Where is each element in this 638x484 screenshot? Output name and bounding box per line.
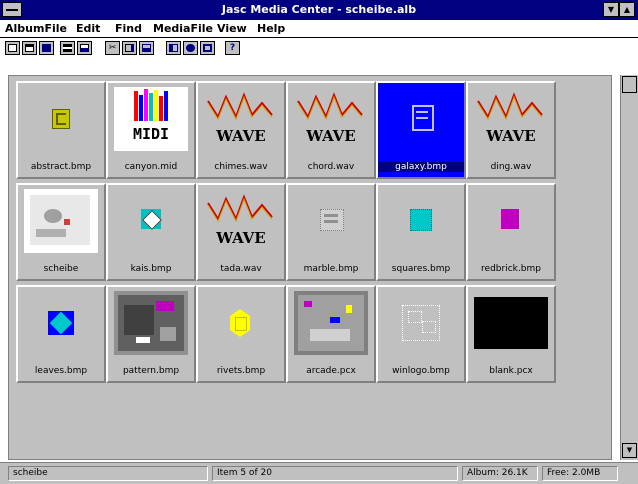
thumbnail: [24, 189, 98, 253]
album-item-arcade[interactable]: arcade.pcx: [286, 285, 376, 383]
album-item-pattern[interactable]: pattern.bmp: [106, 285, 196, 383]
item-caption: galaxy.bmp: [378, 162, 464, 172]
album-item-galaxy-selected[interactable]: galaxy.bmp: [376, 81, 466, 179]
menu-edit[interactable]: Edit: [76, 22, 100, 35]
album-item-ding[interactable]: WAVE ding.wav: [466, 81, 556, 179]
status-album-name: scheibe: [8, 466, 208, 481]
item-caption: leaves.bmp: [34, 366, 88, 376]
toolbar: ✂ ?: [0, 38, 638, 74]
album-item-winlogo[interactable]: winlogo.bmp: [376, 285, 466, 383]
new-icon[interactable]: [5, 41, 20, 55]
item-caption: blank.pcx: [489, 366, 533, 376]
thumbnail: [294, 291, 368, 355]
item-caption: pattern.bmp: [122, 366, 180, 376]
item-caption: chimes.wav: [214, 162, 268, 172]
thumbnail: [114, 291, 188, 355]
minimize-button[interactable]: ▼: [603, 2, 619, 17]
waveform-icon: [297, 92, 363, 121]
wave-thumbnail: WAVE: [294, 87, 368, 151]
menu-bar: AlbumFile Edit Find MediaFile View Help: [0, 20, 638, 38]
thumbnail: [24, 291, 98, 355]
thumbnail: [474, 189, 548, 253]
midi-thumbnail: MIDI: [114, 87, 188, 151]
maximize-button[interactable]: ▲: [619, 2, 635, 17]
wave-label: WAVE: [306, 127, 356, 145]
album-item-tada[interactable]: WAVE tada.wav: [196, 183, 286, 281]
item-caption: abstract.bmp: [30, 162, 92, 172]
item-caption: arcade.pcx: [306, 366, 356, 376]
paste-icon[interactable]: [139, 41, 154, 55]
item-caption: marble.bmp: [303, 264, 359, 274]
status-free: Free: 2.0MB: [542, 466, 618, 481]
scroll-thumb[interactable]: [622, 76, 637, 93]
thumbnail: [294, 189, 368, 253]
close-icon[interactable]: [60, 41, 75, 55]
item-caption: tada.wav: [220, 264, 262, 274]
item-caption: winlogo.bmp: [392, 366, 450, 376]
album-item-scheibe[interactable]: scheibe: [16, 183, 106, 281]
item-caption: canyon.mid: [124, 162, 178, 172]
waveform-icon: [207, 194, 273, 223]
thumbnail: [384, 291, 458, 355]
wave-label: WAVE: [216, 229, 266, 247]
waveform-icon: [477, 92, 543, 121]
menu-view[interactable]: View: [217, 22, 247, 35]
scroll-down-button[interactable]: ▼: [622, 443, 637, 458]
menu-help[interactable]: Help: [257, 22, 285, 35]
vertical-scrollbar[interactable]: ▼: [620, 75, 638, 460]
wave-label: WAVE: [216, 127, 266, 145]
item-caption: ding.wav: [490, 162, 532, 172]
album-item-chimes[interactable]: WAVE chimes.wav: [196, 81, 286, 179]
wave-label: WAVE: [486, 127, 536, 145]
wave-thumbnail: WAVE: [204, 189, 278, 253]
item-caption: redbrick.bmp: [481, 264, 541, 274]
edit-icon[interactable]: [166, 41, 181, 55]
item-caption: rivets.bmp: [216, 366, 266, 376]
thumbnail: [204, 291, 278, 355]
open-icon[interactable]: [22, 41, 37, 55]
album-item-blank[interactable]: blank.pcx: [466, 285, 556, 383]
menu-find[interactable]: Find: [115, 22, 142, 35]
item-caption: squares.bmp: [391, 264, 451, 274]
waveform-icon: [207, 92, 273, 121]
item-caption: kais.bmp: [130, 264, 172, 274]
item-caption: scheibe: [43, 264, 79, 274]
info-icon[interactable]: [183, 41, 198, 55]
item-caption: chord.wav: [307, 162, 355, 172]
album-item-marble[interactable]: marble.bmp: [286, 183, 376, 281]
help-icon[interactable]: ?: [225, 41, 240, 55]
print-icon[interactable]: [77, 41, 92, 55]
wave-thumbnail: WAVE: [474, 87, 548, 151]
save-icon[interactable]: [39, 41, 54, 55]
thumbnail: [114, 189, 188, 253]
album-item-chord[interactable]: WAVE chord.wav: [286, 81, 376, 179]
album-item-canyon[interactable]: MIDI canyon.mid: [106, 81, 196, 179]
midi-label: MIDI: [132, 125, 170, 143]
thumbnail: [384, 87, 458, 151]
thumbnail: [474, 291, 548, 355]
album-item-abstract[interactable]: abstract.bmp: [16, 81, 106, 179]
menu-mediafile[interactable]: MediaFile: [153, 22, 213, 35]
cut-icon[interactable]: ✂: [105, 41, 120, 55]
copy-icon[interactable]: [122, 41, 137, 55]
album-item-leaves[interactable]: leaves.bmp: [16, 285, 106, 383]
album-item-kais[interactable]: kais.bmp: [106, 183, 196, 281]
album-item-redbrick[interactable]: redbrick.bmp: [466, 183, 556, 281]
thumbnail: [384, 189, 458, 253]
view-icon[interactable]: [200, 41, 215, 55]
status-item-info: Item 5 of 20: [212, 466, 458, 481]
status-memory: Album: 26.1K: [462, 466, 538, 481]
album-item-rivets[interactable]: rivets.bmp: [196, 285, 286, 383]
window-title: Jasc Media Center - scheibe.alb: [221, 3, 417, 16]
wave-thumbnail: WAVE: [204, 87, 278, 151]
thumbnail: [24, 87, 98, 151]
title-bar: Jasc Media Center - scheibe.alb ▼ ▲: [0, 0, 638, 20]
status-bar: scheibe Item 5 of 20 Album: 26.1K Free: …: [0, 462, 638, 484]
album-item-squares[interactable]: squares.bmp: [376, 183, 466, 281]
album-grid: abstract.bmp MIDI canyon.mid WAVE chimes…: [8, 75, 612, 460]
menu-albumfile[interactable]: AlbumFile: [5, 22, 67, 35]
